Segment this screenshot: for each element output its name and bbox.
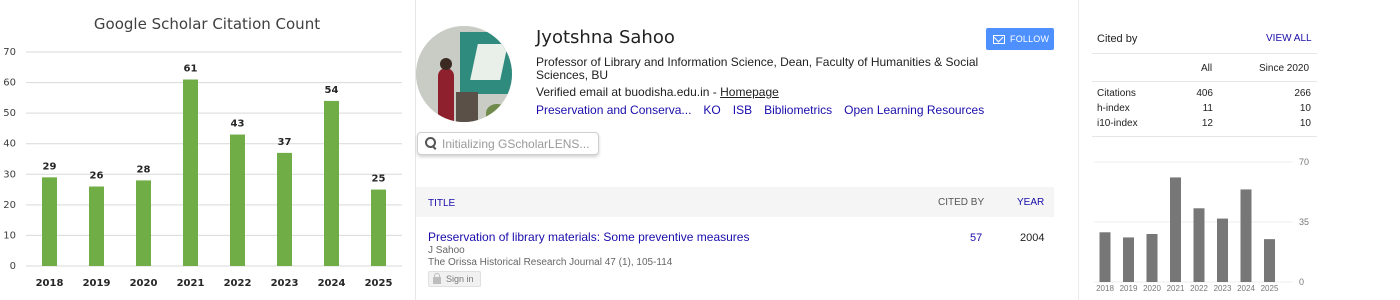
sort-by-cited[interactable]: CITED BY <box>938 197 984 208</box>
x-tick-label: 2022 <box>224 278 252 289</box>
bar <box>42 177 57 266</box>
bar <box>1146 234 1158 282</box>
y-axis-label: 35 <box>1299 217 1309 227</box>
y-tick-label: 10 <box>3 230 16 241</box>
y-tick-label: 70 <box>3 47 16 58</box>
y-tick-label: 20 <box>3 200 16 211</box>
x-tick-label: 2023 <box>271 278 299 289</box>
scholar-profile: Jyotshna Sahoo FOLLOW Professor of Libra… <box>416 0 1076 300</box>
data-label: 37 <box>278 137 292 148</box>
follow-button[interactable]: FOLLOW <box>986 28 1054 50</box>
bar <box>1193 208 1205 282</box>
interest-link[interactable]: Bibliometrics <box>764 103 832 117</box>
bar <box>1170 177 1181 282</box>
lock-icon <box>433 273 441 284</box>
research-interests: Preservation and Conserva... KO ISB Bibl… <box>536 103 984 117</box>
y-tick-label: 0 <box>10 261 16 272</box>
interest-link[interactable]: KO <box>703 103 720 117</box>
publication-year: 2004 <box>1020 232 1045 244</box>
gscholarlens-text: Initializing GScholarLENS... <box>442 136 590 151</box>
bar <box>1217 218 1228 282</box>
bar <box>89 186 104 266</box>
bar <box>230 134 245 266</box>
x-tick-label: 2025 <box>365 278 393 289</box>
sign-in-button[interactable]: Sign in <box>428 271 481 287</box>
sign-in-label: Sign in <box>446 274 474 284</box>
bar <box>1264 239 1275 282</box>
bar <box>277 152 292 266</box>
x-tick-label: 2019 <box>1120 284 1138 293</box>
publication-authors: J Sahoo <box>428 245 465 256</box>
cited-by-panel: Cited by VIEW ALL All Since 2020 Citatio… <box>1078 0 1400 300</box>
bar <box>1123 237 1134 282</box>
profile-affiliation: Professor of Library and Information Sci… <box>536 55 979 82</box>
citation-count-chart-svg: Google Scholar Citation Count 0 10 20 30 40 50… <box>3 15 402 289</box>
interest-link[interactable]: Preservation and Conserva... <box>536 103 691 117</box>
sort-by-year[interactable]: YEAR <box>1017 197 1044 208</box>
x-tick-label: 2020 <box>1143 284 1161 293</box>
x-tick-label: 2021 <box>1167 284 1185 293</box>
y-tick-label: 40 <box>3 139 16 150</box>
bar <box>183 79 198 266</box>
data-label: 25 <box>372 174 386 185</box>
publication-venue: The Orissa Historical Research Journal 4… <box>428 257 673 268</box>
x-tick-label: 2021 <box>177 278 205 289</box>
data-label: 28 <box>137 164 151 175</box>
x-tick-label: 2023 <box>1214 284 1232 293</box>
citation-count-chart: Google Scholar Citation Count 0 10 20 30 40 50… <box>0 0 416 300</box>
bar <box>136 180 151 266</box>
y-tick-label: 30 <box>3 169 16 180</box>
email-text: Verified email at buodisha.edu.in - <box>536 85 721 99</box>
publications-table-header: TITLE CITED BY YEAR <box>416 187 1054 217</box>
profile-avatar[interactable] <box>416 26 512 122</box>
sort-by-title[interactable]: TITLE <box>428 198 455 209</box>
publication-cited-by-link[interactable]: 57 <box>970 232 982 244</box>
x-tick-label: 2018 <box>36 278 64 289</box>
homepage-link[interactable]: Homepage <box>720 85 779 99</box>
x-tick-label: 2019 <box>83 278 111 289</box>
x-tick-label: 2025 <box>1261 284 1279 293</box>
data-label: 61 <box>184 64 198 75</box>
profile-name: Jyotshna Sahoo <box>536 27 675 48</box>
chart-title: Google Scholar Citation Count <box>94 15 320 33</box>
data-label: 26 <box>90 171 104 182</box>
bar <box>1240 189 1252 282</box>
y-tick-label: 50 <box>3 108 16 119</box>
x-tick-label: 2024 <box>1237 284 1255 293</box>
interest-link[interactable]: ISB <box>733 103 752 117</box>
follow-label: FOLLOW <box>1010 34 1050 44</box>
envelope-icon <box>993 34 1005 44</box>
citations-per-year-chart: 70 35 0 2018 2019 2020 2021 2022 2023 2024 2025 <box>1094 157 1309 293</box>
interest-link[interactable]: Open Learning Resources <box>844 103 984 117</box>
bar <box>324 100 339 267</box>
profile-email: Verified email at buodisha.edu.in - Home… <box>536 85 779 99</box>
x-tick-label: 2024 <box>318 278 346 289</box>
gscholarlens-status[interactable]: Initializing GScholarLENS... <box>417 132 599 155</box>
data-label: 43 <box>231 119 245 130</box>
bar <box>1099 232 1111 282</box>
publication-title-link[interactable]: Preservation of library materials: Some … <box>428 230 749 244</box>
y-axis-label: 70 <box>1299 157 1309 167</box>
x-tick-label: 2018 <box>1096 284 1114 293</box>
bar <box>371 189 386 266</box>
data-label: 29 <box>43 161 57 172</box>
magnifier-icon <box>425 137 436 150</box>
data-label: 54 <box>325 85 339 96</box>
y-axis-label: 0 <box>1299 277 1304 287</box>
y-tick-label: 60 <box>3 78 16 89</box>
x-tick-label: 2022 <box>1190 284 1208 293</box>
x-tick-label: 2020 <box>130 278 158 289</box>
